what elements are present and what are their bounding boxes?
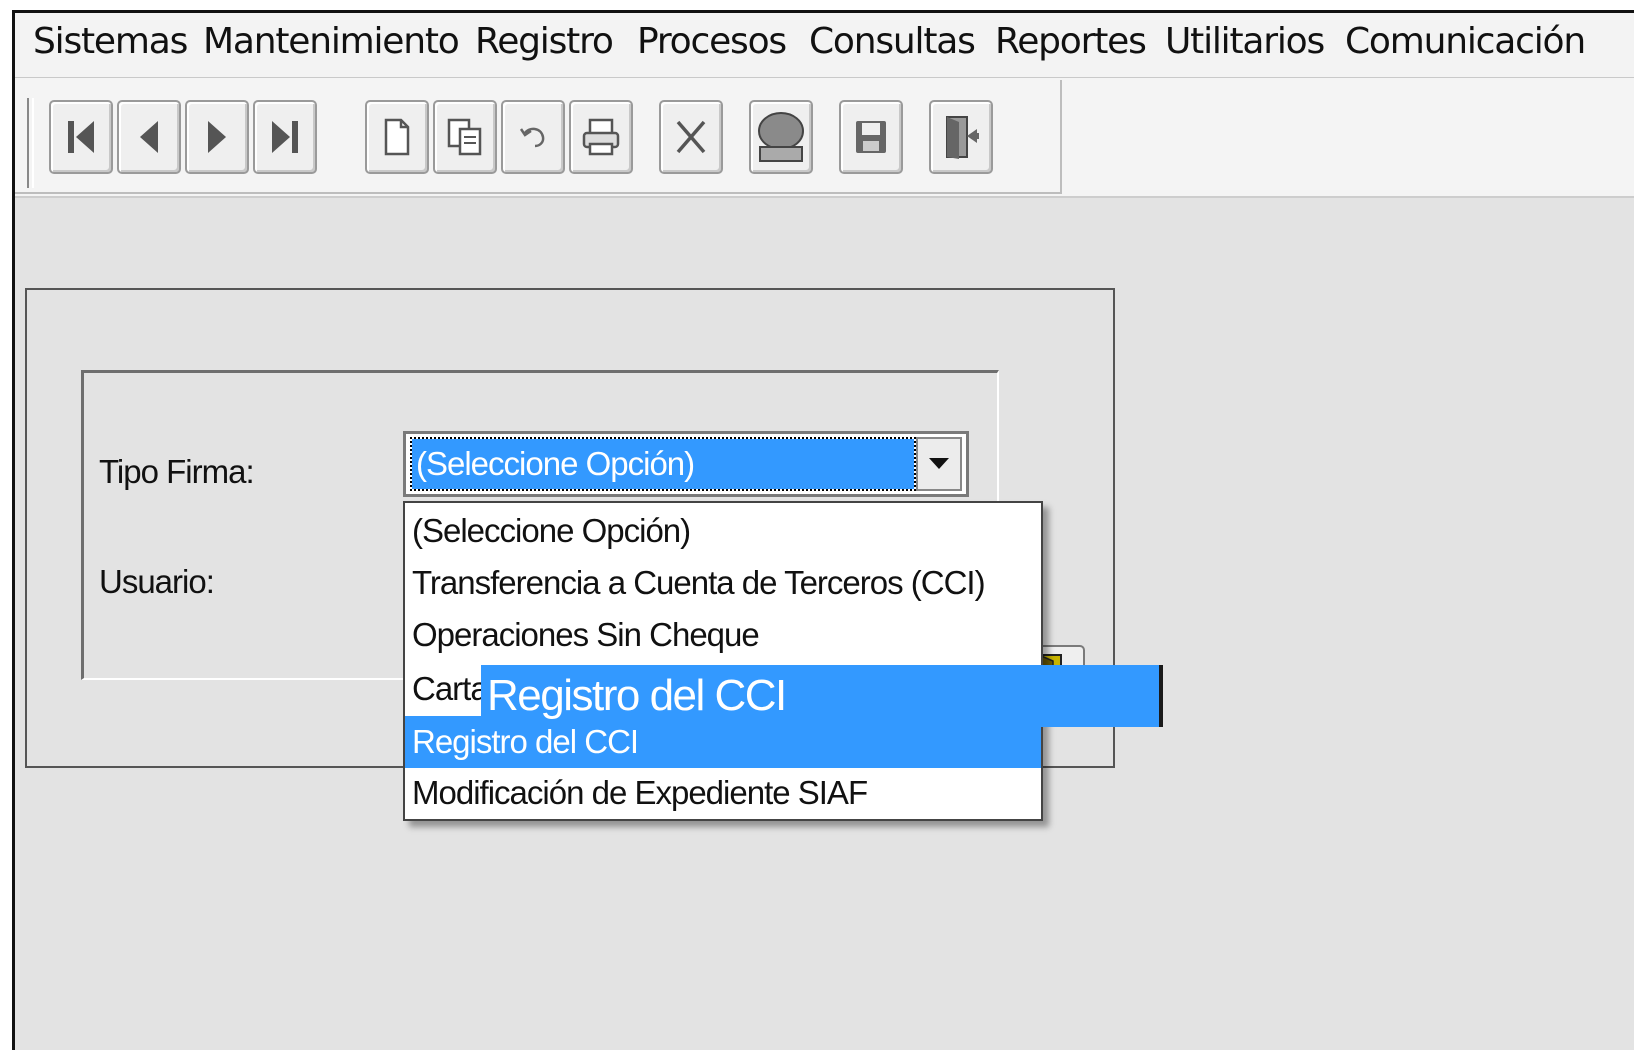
toolbar-group bbox=[15, 80, 1062, 194]
last-record-button[interactable] bbox=[253, 100, 317, 174]
menu-sistemas[interactable]: Sistemas bbox=[33, 21, 188, 62]
save-button[interactable] bbox=[839, 100, 903, 174]
delete-icon bbox=[676, 120, 706, 154]
option-modificacion-expediente-siaf[interactable]: Modificación de Expediente SIAF bbox=[405, 767, 1041, 819]
dropdown-arrow-button[interactable] bbox=[916, 437, 962, 491]
toolbar-grip[interactable] bbox=[27, 98, 34, 188]
copy-icon bbox=[447, 118, 482, 156]
exit-door-icon bbox=[946, 116, 979, 159]
delete-button[interactable] bbox=[659, 100, 723, 174]
previous-record-icon bbox=[140, 121, 158, 153]
menu-comunicacion[interactable]: Comunicación bbox=[1345, 21, 1586, 62]
chevron-down-icon bbox=[929, 458, 949, 469]
next-record-button[interactable] bbox=[185, 100, 249, 174]
undo-button[interactable] bbox=[501, 100, 565, 174]
option-tooltip: Registro del CCI bbox=[481, 665, 1163, 727]
menu-procesos[interactable]: Procesos bbox=[637, 21, 787, 62]
first-record-button[interactable] bbox=[49, 100, 113, 174]
toolbar bbox=[15, 78, 1634, 198]
menu-utilitarios[interactable]: Utilitarios bbox=[1165, 21, 1325, 62]
option-transferencia-cci[interactable]: Transferencia a Cuenta de Terceros (CCI) bbox=[405, 557, 1041, 609]
option-seleccione[interactable]: (Seleccione Opción) bbox=[405, 505, 1041, 557]
save-icon bbox=[856, 121, 886, 153]
menu-consultas[interactable]: Consultas bbox=[809, 21, 976, 62]
last-record-icon bbox=[272, 121, 298, 153]
previous-record-button[interactable] bbox=[117, 100, 181, 174]
search-icon bbox=[758, 112, 804, 162]
usuario-label: Usuario: bbox=[99, 563, 215, 600]
undo-icon bbox=[519, 127, 545, 148]
option-operaciones-sin-cheque[interactable]: Operaciones Sin Cheque bbox=[405, 609, 1041, 661]
menu-bar: Sistemas Mantenimiento Registro Procesos… bbox=[15, 13, 1634, 78]
next-record-icon bbox=[208, 121, 226, 153]
print-button[interactable] bbox=[569, 100, 633, 174]
print-icon bbox=[582, 118, 620, 156]
menu-registro[interactable]: Registro bbox=[475, 21, 614, 62]
first-record-icon bbox=[68, 121, 94, 153]
copy-button[interactable] bbox=[433, 100, 497, 174]
tipo-firma-options-list: (Seleccione Opción) Transferencia a Cuen… bbox=[403, 501, 1043, 821]
search-button[interactable] bbox=[749, 100, 813, 174]
new-button[interactable] bbox=[365, 100, 429, 174]
new-document-icon bbox=[384, 118, 410, 156]
app-window: Sistemas Mantenimiento Registro Procesos… bbox=[12, 10, 1634, 1050]
tipo-firma-select[interactable]: (Seleccione Opción) bbox=[403, 431, 969, 497]
exit-button[interactable] bbox=[929, 100, 993, 174]
tipo-firma-select-value: (Seleccione Opción) bbox=[410, 437, 916, 491]
menu-reportes[interactable]: Reportes bbox=[995, 21, 1147, 62]
menu-mantenimiento[interactable]: Mantenimiento bbox=[203, 21, 460, 62]
tipo-firma-label: Tipo Firma: bbox=[99, 453, 255, 490]
